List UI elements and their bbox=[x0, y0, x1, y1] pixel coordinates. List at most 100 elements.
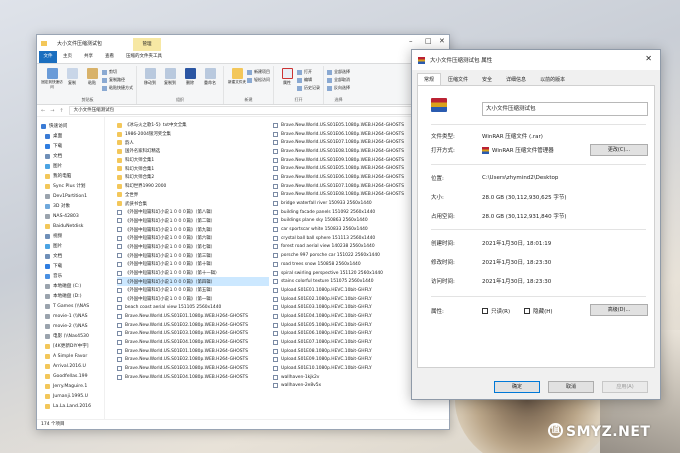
list-item[interactable]: 《外国中短篇科幻小说１０００篇》（第八辑） bbox=[117, 208, 269, 217]
tab-compressed-tools[interactable]: 压缩的文件夹工具 bbox=[120, 51, 168, 63]
list-item[interactable]: 韵人 bbox=[117, 138, 269, 147]
properties-button[interactable]: 属性 bbox=[277, 66, 297, 97]
back-arrow-icon[interactable]: ← bbox=[41, 108, 45, 114]
nav-item[interactable]: Goodfellas.199 bbox=[37, 371, 104, 381]
nav-item[interactable]: 视频 bbox=[37, 231, 104, 241]
nav-item[interactable]: 电影 (\\Nas4530 bbox=[37, 331, 104, 341]
pin-quick-access-button[interactable]: 固定到快速访问 bbox=[41, 66, 63, 97]
list-item[interactable]: 全世界 bbox=[117, 191, 269, 200]
close-icon[interactable]: ✕ bbox=[645, 54, 652, 63]
close-icon[interactable]: ✕ bbox=[439, 37, 445, 45]
ok-button[interactable]: 确定 bbox=[494, 381, 540, 393]
nav-item[interactable]: Sync Plus 计划 bbox=[37, 181, 104, 191]
copy-to-button[interactable]: 复制到 bbox=[160, 66, 180, 97]
copy-path-button[interactable]: 复制路径 bbox=[102, 76, 133, 84]
nav-item[interactable]: Jumanji.1995.U bbox=[37, 391, 104, 401]
new-item-button[interactable]: 新建项目 bbox=[247, 68, 270, 76]
list-item[interactable]: 《外国中短篇科幻小说１０００篇》（第十辑） bbox=[117, 260, 269, 269]
list-item[interactable]: Brave.New.World.US.S01E02.1080p.WEB.H264… bbox=[117, 321, 269, 330]
move-to-button[interactable]: 移动到 bbox=[140, 66, 160, 97]
tab-file[interactable]: 文件 bbox=[39, 51, 57, 63]
nav-item[interactable]: 下载 bbox=[37, 261, 104, 271]
nav-item[interactable]: [4K更新DIY中字] bbox=[37, 341, 104, 351]
address-input[interactable]: 大小文件压缩测试包 bbox=[68, 106, 445, 115]
nav-item[interactable]: Jerry.Maguire.1 bbox=[37, 381, 104, 391]
paste-shortcut-button[interactable]: 粘贴快捷方式 bbox=[102, 84, 133, 92]
list-item[interactable]: Brave.New.World.US.S01E04.1080p.WEB.H264… bbox=[117, 338, 269, 347]
up-arrow-icon[interactable]: ↑ bbox=[59, 108, 63, 114]
readonly-checkbox[interactable] bbox=[482, 308, 488, 314]
select-all-button[interactable]: 全部选择 bbox=[327, 68, 350, 76]
advanced-button[interactable]: 高级(D)... bbox=[590, 304, 648, 316]
tab-general[interactable]: 常规 bbox=[417, 73, 442, 85]
list-item[interactable]: 科幻大师全集1 bbox=[117, 156, 269, 165]
delete-button[interactable]: 删除 bbox=[180, 66, 200, 97]
nav-item[interactable]: A Simple Favor bbox=[37, 351, 104, 361]
nav-item[interactable]: 桌面 bbox=[37, 131, 104, 141]
apply-button[interactable]: 应用(A) bbox=[602, 381, 648, 393]
list-item[interactable]: 《外国中短篇科幻小说１０００篇》（第七辑） bbox=[117, 243, 269, 252]
edit-button[interactable]: 编辑 bbox=[297, 76, 320, 84]
nav-item[interactable]: 本地磁盘 (D:) bbox=[37, 291, 104, 301]
list-item[interactable]: 武侠书合集 bbox=[117, 199, 269, 208]
list-item[interactable]: 《外国中短篇科幻小说１０００篇》（第十一辑） bbox=[117, 269, 269, 278]
select-none-button[interactable]: 全部取消 bbox=[327, 76, 350, 84]
list-item[interactable]: 《外国中短篇科幻小说１０００篇》（第一辑） bbox=[117, 295, 269, 304]
tab-archive[interactable]: 压缩文件 bbox=[441, 73, 475, 85]
list-item[interactable]: 《外国中短篇科幻小说１０００篇》（第四辑） bbox=[117, 277, 269, 287]
list-item[interactable]: Brave.New.World.US.S01E03.1080p.WEB.H264… bbox=[117, 364, 269, 373]
nav-item[interactable]: NAS-42803 bbox=[37, 211, 104, 221]
list-item[interactable]: 《外国中短篇科幻小说１０００篇》（第六辑） bbox=[117, 234, 269, 243]
list-item[interactable]: Brave.New.World.US.S01E01.1080p.WEB.H264… bbox=[117, 347, 269, 356]
list-item[interactable]: Brave.New.World.US.S01E01.1080p.WEB.H264… bbox=[117, 312, 269, 321]
nav-item[interactable]: 快速访问 bbox=[37, 121, 104, 131]
nav-item[interactable]: BaiduNetdisk bbox=[37, 221, 104, 231]
new-folder-button[interactable]: 新建文件夹 bbox=[227, 66, 247, 97]
manage-tab[interactable]: 管理 bbox=[133, 38, 161, 51]
cancel-button[interactable]: 取消 bbox=[548, 381, 594, 393]
hidden-checkbox[interactable] bbox=[524, 308, 531, 314]
list-item[interactable]: 国外名家科幻精选 bbox=[117, 147, 269, 156]
list-item[interactable]: 科幻世界1990 2000 bbox=[117, 182, 269, 191]
nav-item[interactable]: movie-1 (\\NAS bbox=[37, 311, 104, 321]
easy-access-button[interactable]: 轻松访问 bbox=[247, 76, 270, 84]
nav-item[interactable]: 图片 bbox=[37, 241, 104, 251]
nav-item[interactable]: 文档 bbox=[37, 251, 104, 261]
filename-field[interactable]: 大小文件压缩测试包 bbox=[482, 102, 648, 116]
list-item[interactable]: Brave.New.World.US.S01E04.1080p.WEB.H264… bbox=[117, 373, 269, 382]
tab-security[interactable]: 安全 bbox=[475, 73, 499, 85]
list-item[interactable]: 《冰与火之歌1-5》txt中文全集 bbox=[117, 121, 269, 130]
invert-selection-button[interactable]: 反向选择 bbox=[327, 84, 350, 92]
nav-item[interactable]: Dev1Partition1 bbox=[37, 191, 104, 201]
nav-item[interactable]: T Games (\\NAS bbox=[37, 301, 104, 311]
paste-button[interactable]: 粘贴 bbox=[82, 66, 102, 97]
history-button[interactable]: 历史记录 bbox=[297, 84, 320, 92]
explorer-titlebar[interactable]: 大小文件压缩测试包 管理 – □ ✕ bbox=[37, 35, 449, 51]
nav-item[interactable]: 我的电脑 bbox=[37, 171, 104, 181]
change-button[interactable]: 更改(C)... bbox=[590, 144, 648, 156]
maximize-icon[interactable]: □ bbox=[425, 37, 432, 45]
nav-item[interactable]: movie-2 (\\NAS bbox=[37, 321, 104, 331]
list-item[interactable]: 《外国中短篇科幻小说１０００篇》（第五辑） bbox=[117, 286, 269, 295]
nav-item[interactable]: 本地磁盘 (C:) bbox=[37, 281, 104, 291]
list-item[interactable]: 《外国中短篇科幻小说１０００篇》（第三辑） bbox=[117, 251, 269, 260]
list-item[interactable]: 科幻大师合集1 bbox=[117, 164, 269, 173]
forward-arrow-icon[interactable]: → bbox=[50, 108, 54, 114]
nav-item[interactable]: Arrival.2016.U bbox=[37, 361, 104, 371]
nav-item[interactable]: 3D 对象 bbox=[37, 201, 104, 211]
properties-titlebar[interactable]: 大小文件压缩测试包 属性 ✕ bbox=[412, 50, 660, 70]
list-item[interactable]: 《外国中短篇科幻小说１０００篇》（第九辑） bbox=[117, 225, 269, 234]
list-item[interactable]: Brave.New.World.US.S01E03.1080p.WEB.H264… bbox=[117, 330, 269, 339]
list-item[interactable]: beach coast aerial view 151105 2560x1440 bbox=[117, 303, 269, 312]
nav-item[interactable]: La.La.Land.2016 bbox=[37, 401, 104, 411]
tab-share[interactable]: 共享 bbox=[78, 51, 99, 63]
rename-button[interactable]: 重命名 bbox=[200, 66, 220, 97]
nav-item[interactable]: 下载 bbox=[37, 141, 104, 151]
cut-button[interactable]: 剪切 bbox=[102, 68, 133, 76]
tab-home[interactable]: 主页 bbox=[57, 51, 78, 63]
minimize-icon[interactable]: – bbox=[409, 37, 413, 45]
open-button[interactable]: 打开 bbox=[297, 68, 320, 76]
tab-details[interactable]: 详细信息 bbox=[499, 73, 533, 85]
copy-button[interactable]: 复制 bbox=[62, 66, 82, 97]
tab-previous-versions[interactable]: 以前的版本 bbox=[533, 73, 572, 85]
